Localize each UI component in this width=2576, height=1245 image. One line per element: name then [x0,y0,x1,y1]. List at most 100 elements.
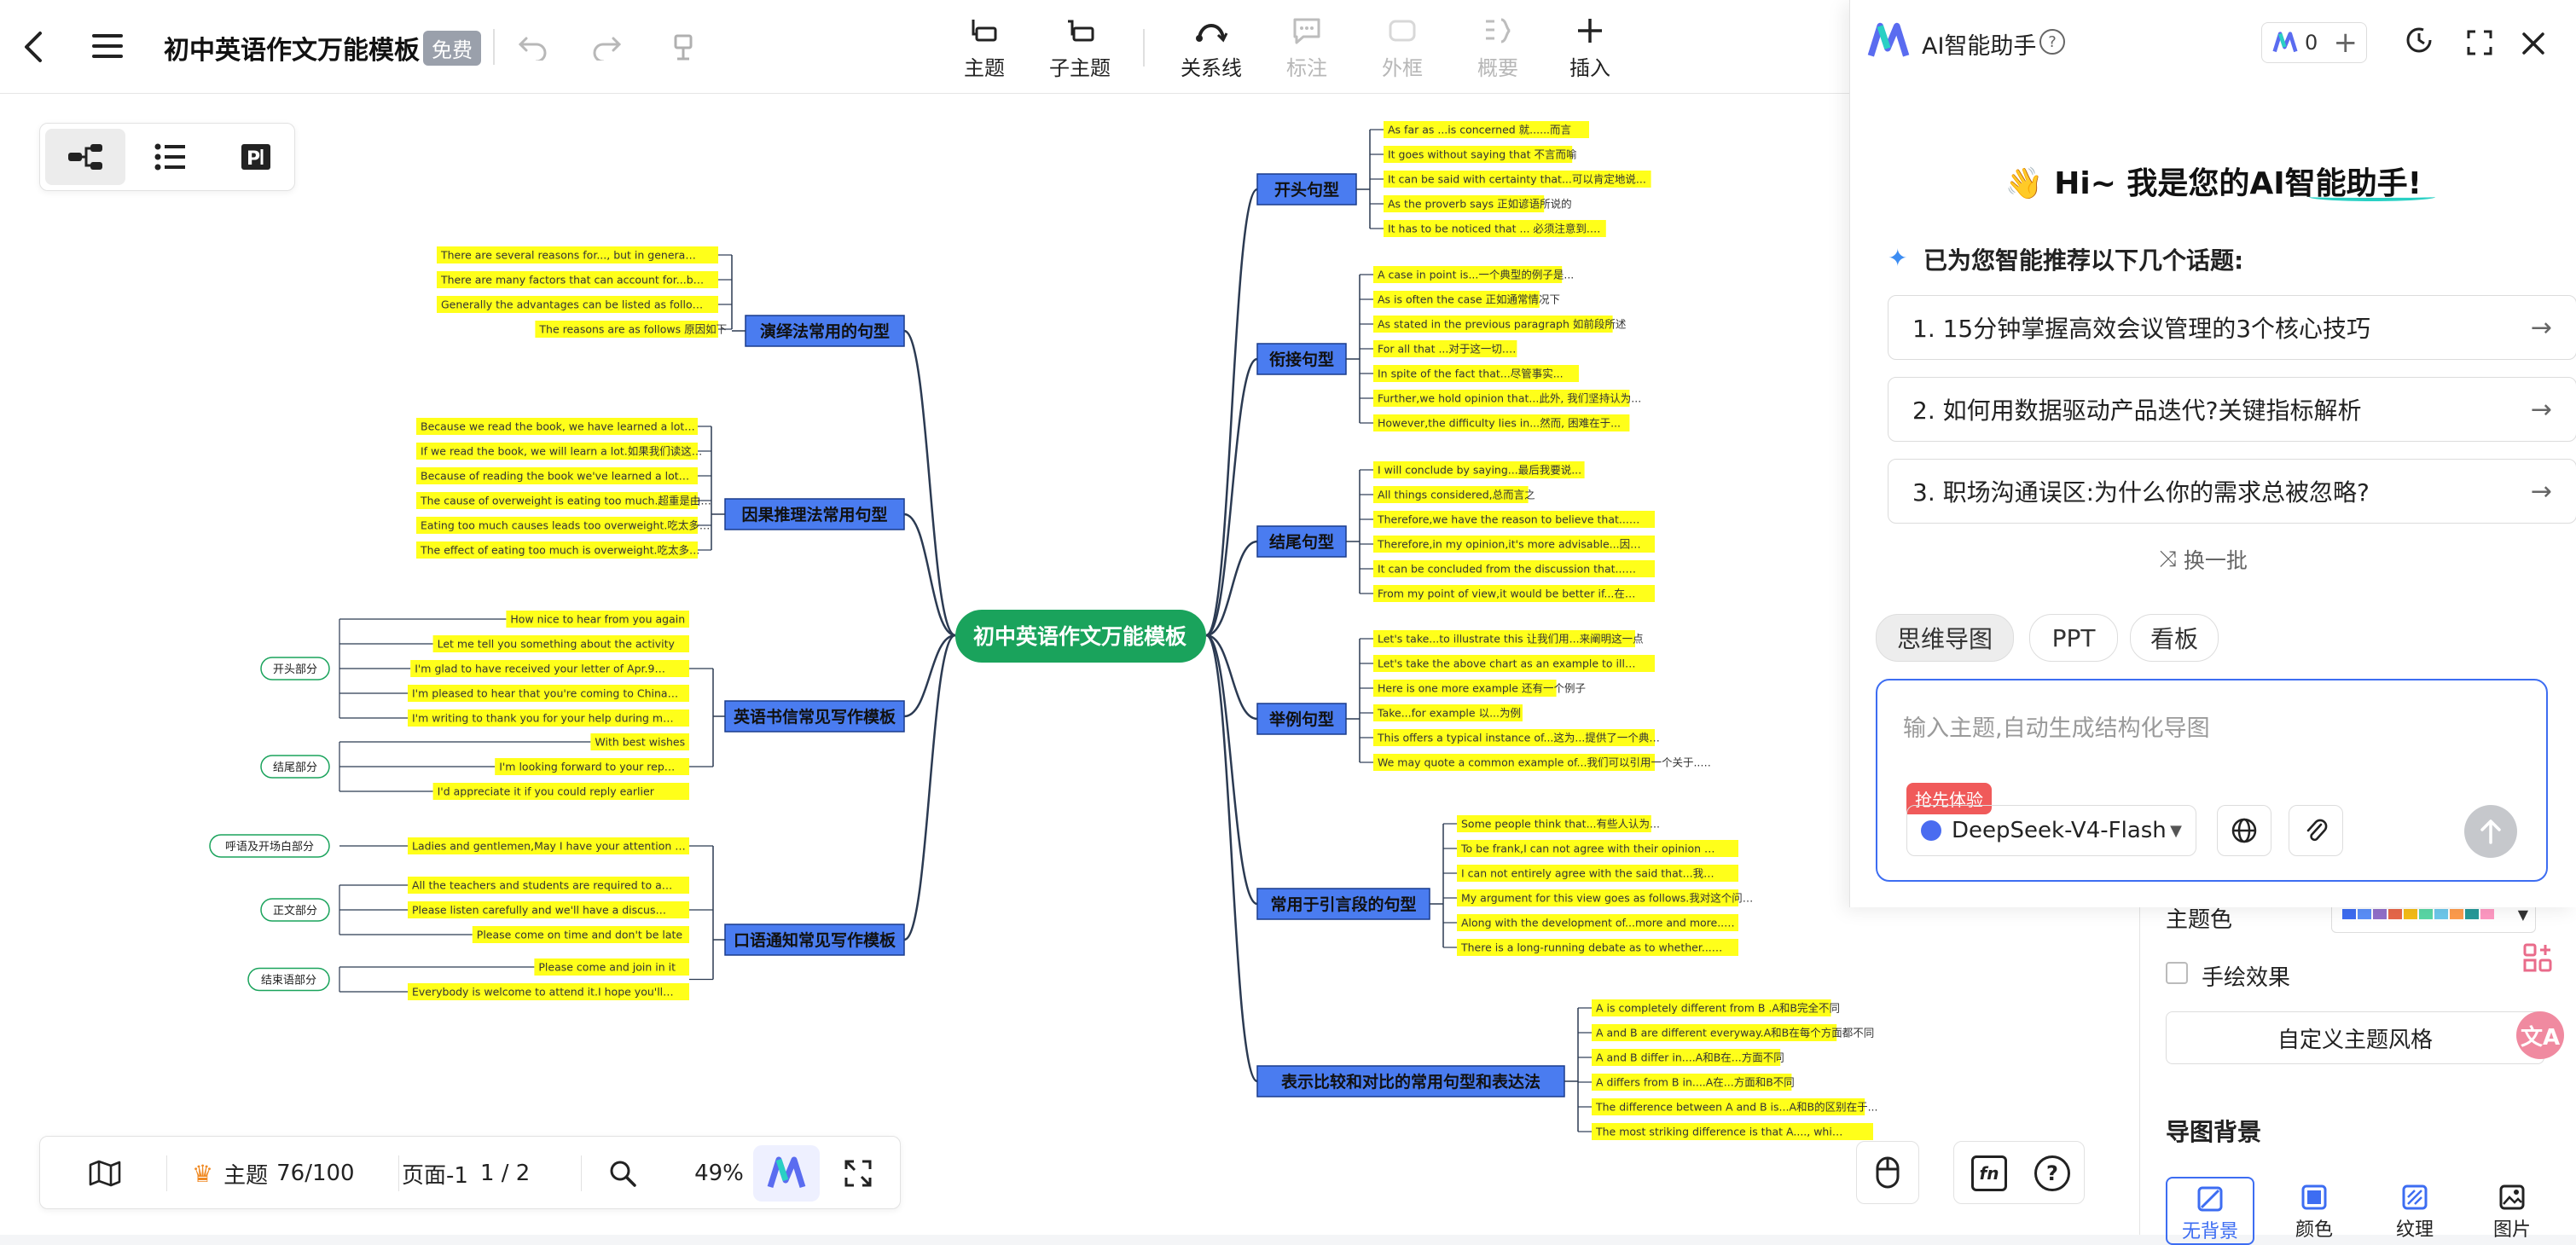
redo-icon[interactable] [585,29,628,67]
tool-subtopic[interactable]: 子主题 [1039,15,1121,81]
back-icon[interactable] [15,26,53,68]
leaf-topic-label: I'm looking forward to your rep… [499,761,675,773]
suggestion-text: 3. 职场沟通误区:为什么你的需求总被忽略? [1912,478,2370,507]
undo-icon[interactable] [512,29,554,67]
theme-color-swatch [2373,909,2387,919]
tool-summary[interactable]: 概要 [1457,15,1539,81]
help-icon[interactable]: ? [2034,1155,2070,1191]
tool-insert[interactable]: 插入 [1549,15,1631,81]
tool-topic[interactable]: 主题 [943,15,1025,81]
leaf-topic-label: Therefore,in my opinion,it's more advisa… [1377,538,1641,551]
layout-icon[interactable] [2516,936,2559,979]
leaf-topic-label: I will conclude by saying...最后我要说... [1378,464,1581,477]
document-title[interactable]: 初中英语作文万能模板 [164,29,420,67]
branch-topic-label: 口语通知常见写作模板 [734,930,896,950]
bg-tab-none[interactable]: 无背景 [2166,1177,2254,1245]
ai-logo-button[interactable] [753,1145,820,1202]
format-painter-icon[interactable] [662,29,705,67]
custom-style-button[interactable]: 自定义主题风格 [2166,1011,2544,1064]
ai-logo-icon [1867,22,1910,63]
deepseek-icon [1921,820,1941,841]
subtopic-icon [1039,15,1121,46]
leaf-topic-label: Along with the development of...more and… [1461,917,1735,929]
bg-tab-texture[interactable]: 纹理 [2370,1177,2459,1245]
help-icon[interactable]: ? [2039,29,2065,55]
mode-chip-kanban[interactable]: 看板 [2130,614,2219,662]
leaf-topic-label: With best wishes [595,736,685,749]
topic-counter[interactable]: ♛ 主题 76/100 [192,1137,355,1210]
prompt-input[interactable]: 输入主题,自动生成结构化导图 [1903,709,2210,743]
divider [166,1155,167,1191]
group-label-text: 开头部分 [273,663,317,676]
menu-icon[interactable] [89,27,126,65]
search-icon[interactable] [608,1137,637,1210]
mindmap[interactable]: 初中英语作文万能模板 开头句型 As far as ...is concerned … [0,94,2141,1235]
leaf-topic-label: Because of reading the book we've learne… [421,470,689,483]
map-icon[interactable] [88,1137,122,1210]
top-toolbar: 初中英语作文万能模板 免费 主题 子主题 关系线 标注 外框 概要 插入 [0,0,1851,94]
leaf-topic-label: Please come and join in it [538,961,676,974]
shortcut-panel: fn ? [1953,1141,2085,1204]
web-search-button[interactable] [2217,805,2271,856]
tool-label: 概要 [1477,56,1518,80]
comment-icon [1266,15,1348,46]
branch-topic-label: 结尾句型 [1269,532,1334,552]
send-button[interactable] [2464,805,2517,858]
leaf-topic-label: However,the difficulty lies in...然而, 困难在… [1378,417,1621,430]
ppt-view-icon[interactable]: P [216,129,296,185]
divider [493,29,495,65]
tool-comment[interactable]: 标注 [1266,15,1348,81]
leaf-topic-label: If we read the book, we will learn a lot… [421,445,702,458]
leaf-topic-label: Here is one more example 还有一个例子 [1378,682,1586,695]
chevron-down-icon: ▼ [2517,906,2528,923]
bg-tab-color[interactable]: 颜色 [2270,1177,2358,1245]
translate-icon[interactable]: 文A [2516,1011,2564,1059]
mindmap-canvas[interactable]: 初中英语作文万能模板 开头句型 As far as ...is concerned … [0,94,2141,1235]
bg-tab-label: 纹理 [2395,1219,2434,1241]
fullscreen-icon[interactable] [844,1137,873,1210]
mode-chip-mindmap[interactable]: 思维导图 [1876,614,2014,662]
theme-color-swatch [2434,909,2448,919]
leaf-topic-label: I'd appreciate it if you could reply ear… [438,785,655,798]
attach-button[interactable] [2289,805,2343,856]
svg-text:P: P [247,148,260,170]
model-select[interactable]: DeepSeek-V4-Flash ▼ [1906,805,2196,856]
branch-topic-label: 表示比较和对比的常用句型和表达法 [1281,1072,1540,1092]
page-indicator[interactable]: 页面-1 1 / 2 [402,1137,530,1210]
suggestion-item[interactable]: 3. 职场沟通误区:为什么你的需求总被忽略? → [1888,459,2576,524]
suggestion-item[interactable]: 2. 如何用数据驱动产品迭代?关键指标解析 → [1888,377,2576,442]
chevron-down-icon: ▼ [2170,821,2182,840]
leaf-topic-label: As is often the case 正如通常情况下 [1378,293,1560,306]
shuffle-icon: ⤨ [2159,546,2177,572]
mouse-mode-button[interactable] [1856,1141,1919,1204]
add-credits-icon[interactable]: + [2334,28,2358,57]
theme-color-swatch [2465,909,2479,919]
leaf-topic-label: I'm glad to have received your letter of… [415,663,665,675]
leaf-topic-label: From my point of view,it would be better… [1378,588,1635,600]
history-icon[interactable] [2405,26,2434,58]
bg-tab-image[interactable]: 图片 [2468,1177,2556,1245]
tool-frame[interactable]: 外框 [1361,15,1443,81]
hand-drawn-checkbox[interactable] [2166,962,2188,984]
style-panel: 主题色 ▼ 手绘效果 自定义主题风格 导图背景 无背景 颜色 纹理 图片 [2139,887,2576,1245]
theme-color-swatch [2404,909,2417,919]
close-icon[interactable] [2521,31,2546,60]
mode-chip-ppt[interactable]: PPT [2029,614,2118,662]
formula-icon[interactable]: fn [1971,1155,2007,1191]
branch-topic-label: 衔接句型 [1269,350,1334,369]
bracket-line [1346,470,1361,594]
bracket-line [1564,1008,1579,1132]
leaf-topic-label: The most striking difference is that A..… [1595,1126,1842,1138]
leaf-topic-label: As stated in the previous paragraph 如前段所… [1378,318,1627,331]
outline-view-icon[interactable] [131,129,211,185]
mindmap-view-icon[interactable] [45,129,125,185]
suggestion-item[interactable]: 1. 15分钟掌握高效会议管理的3个核心技巧 → [1888,295,2576,360]
plus-icon [1549,15,1631,46]
expand-icon[interactable] [2466,29,2493,60]
refresh-label: 换一批 [2183,548,2248,573]
ai-credits[interactable]: 0 + [2261,22,2367,63]
leaf-topic-label: As the proverb says 正如谚语所说的 [1388,198,1572,211]
refresh-button[interactable]: ⤨ 换一批 [2159,544,2248,575]
topic-count-label: 主题 [223,1162,269,1189]
tool-relation-line[interactable]: 关系线 [1170,15,1252,81]
